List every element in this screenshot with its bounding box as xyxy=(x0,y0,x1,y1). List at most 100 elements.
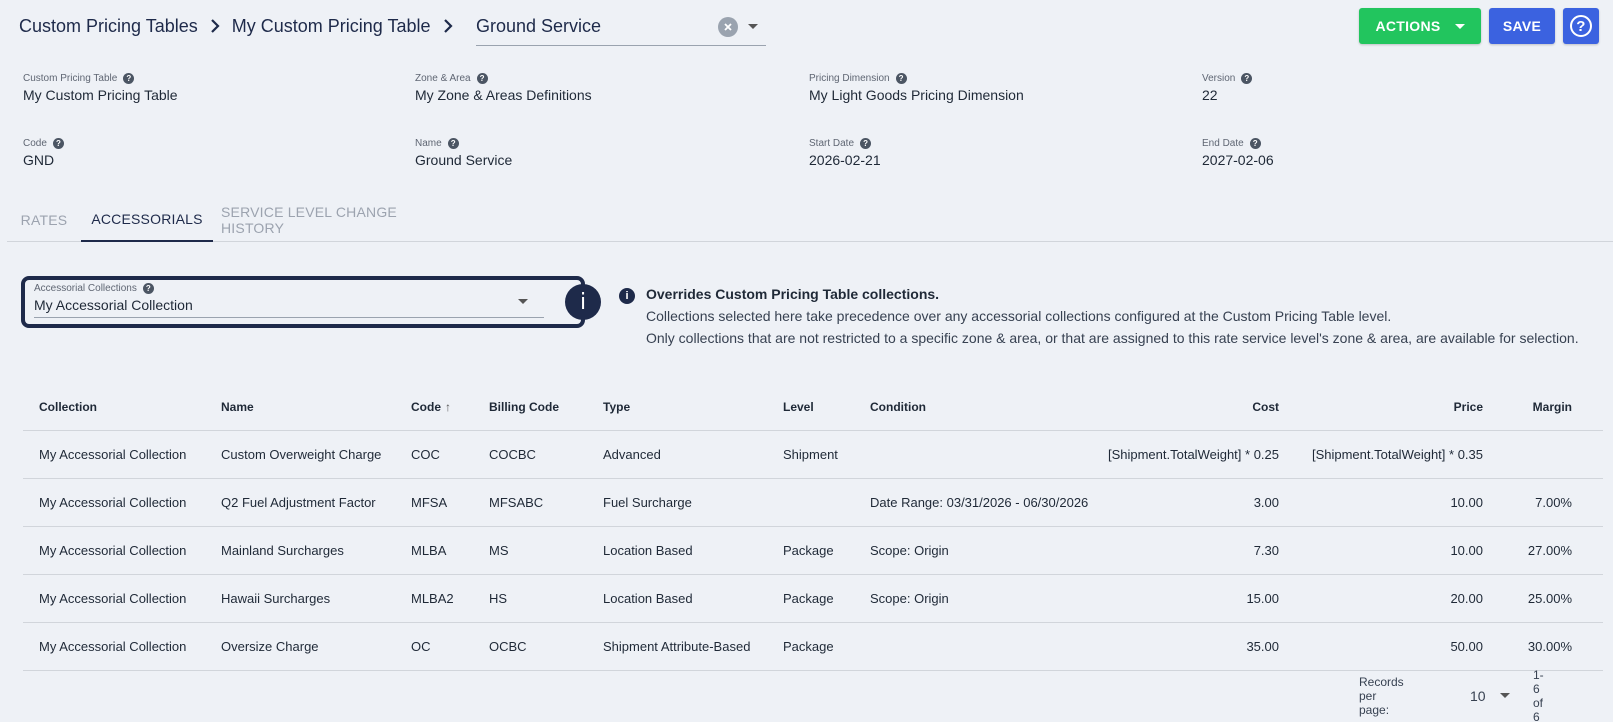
column-header-code-label: Code xyxy=(411,399,441,414)
cell-price: [Shipment.TotalWeight] * 0.35 xyxy=(1311,447,1483,462)
field-value: My Light Goods Pricing Dimension xyxy=(809,87,1024,103)
info-icon[interactable]: i xyxy=(565,284,601,320)
cell-level: Package xyxy=(783,639,834,654)
note-title: Overrides Custom Pricing Table collectio… xyxy=(646,286,940,302)
breadcrumb-custom-pricing-tables[interactable]: Custom Pricing Tables xyxy=(19,16,198,37)
cell-margin: 7.00% xyxy=(1535,495,1572,510)
cell-code: OC xyxy=(411,639,431,654)
cell-level: Package xyxy=(783,543,834,558)
accessorial-collections-label: Accessorial Collections xyxy=(34,283,137,294)
cell-level: Shipment xyxy=(783,447,838,462)
service-level-value: Ground Service xyxy=(476,16,602,36)
cell-price: 20.00 xyxy=(1450,591,1483,606)
cell-billing-code: MS xyxy=(489,543,509,558)
pagination-range: 1-6 of 6 xyxy=(1533,668,1544,722)
column-header-name[interactable]: Name xyxy=(221,383,254,430)
column-header-level[interactable]: Level xyxy=(783,383,814,430)
help-icon: ? xyxy=(1570,15,1592,37)
cell-cost: 35.00 xyxy=(1246,639,1279,654)
cell-code: MLBA2 xyxy=(411,591,454,606)
cell-type: Location Based xyxy=(603,591,693,606)
cell-margin: 27.00% xyxy=(1527,543,1572,558)
question-icon[interactable]: ? xyxy=(142,283,154,294)
column-header-billing-code[interactable]: Billing Code xyxy=(489,383,559,430)
records-per-page-select[interactable]: 10 xyxy=(1470,688,1486,704)
cell-cost: 3.00 xyxy=(1253,495,1279,510)
field-label: End Date xyxy=(1202,137,1244,149)
column-header-type[interactable]: Type xyxy=(603,383,630,430)
column-header-collection[interactable]: Collection xyxy=(39,383,97,430)
table-row[interactable]: My Accessorial Collection Custom Overweig… xyxy=(23,431,1603,479)
question-icon[interactable]: ? xyxy=(860,137,872,149)
field-value: 22 xyxy=(1202,87,1218,103)
cell-billing-code: HS xyxy=(489,591,508,606)
question-icon[interactable]: ? xyxy=(1241,72,1253,84)
field-value: My Custom Pricing Table xyxy=(23,87,178,103)
column-header-condition[interactable]: Condition xyxy=(870,383,926,430)
breadcrumb: Custom Pricing Tables My Custom Pricing … xyxy=(19,14,465,38)
table-row[interactable]: My Accessorial Collection Q2 Fuel Adjustm… xyxy=(23,479,1603,527)
cell-cost: [Shipment.TotalWeight] * 0.25 xyxy=(1107,447,1279,462)
cell-name: Custom Overweight Charge xyxy=(221,447,382,462)
info-icon: i xyxy=(619,288,635,304)
field-label: Name xyxy=(415,137,442,149)
column-header-cost[interactable]: Cost xyxy=(1252,383,1279,430)
save-button[interactable]: SAVE xyxy=(1489,8,1555,44)
chevron-down-icon[interactable] xyxy=(1500,693,1510,698)
chevron-down-icon[interactable] xyxy=(748,24,758,29)
field-label: Code xyxy=(23,137,47,149)
field-label: Start Date xyxy=(809,137,855,149)
column-header-price[interactable]: Price xyxy=(1454,383,1483,430)
table-row[interactable]: My Accessorial Collection Oversize Charge… xyxy=(23,623,1603,671)
cell-billing-code: MFSABC xyxy=(489,495,544,510)
actions-button-label: ACTIONS xyxy=(1375,18,1441,34)
table-row[interactable]: My Accessorial Collection Hawaii Surcharg… xyxy=(23,575,1603,623)
field-pricing-dimension: Pricing Dimension? My Light Goods Pricin… xyxy=(809,72,1024,103)
field-end-date: End Date? 2027-02-06 xyxy=(1202,137,1274,168)
field-value: Ground Service xyxy=(415,152,513,168)
chevron-right-icon xyxy=(431,19,465,33)
column-header-margin[interactable]: Margin xyxy=(1533,383,1572,430)
tab-rates[interactable]: RATES xyxy=(7,198,81,242)
cell-type: Location Based xyxy=(603,543,693,558)
actions-button[interactable]: ACTIONS xyxy=(1359,8,1481,44)
field-value: My Zone & Areas Definitions xyxy=(415,87,592,103)
field-custom-pricing-table: Custom Pricing Table? My Custom Pricing … xyxy=(23,72,178,103)
tab-accessorials[interactable]: ACCESSORIALS xyxy=(81,198,213,242)
column-header-code[interactable]: Code ↑ xyxy=(411,383,451,430)
cell-type: Fuel Surcharge xyxy=(603,495,692,510)
question-icon[interactable]: ? xyxy=(895,72,907,84)
tab-service-level-change-history[interactable]: SERVICE LEVEL CHANGE HISTORY xyxy=(221,198,457,242)
accessorial-collections-value: My Accessorial Collection xyxy=(34,297,193,313)
tab-bar: RATES ACCESSORIALS SERVICE LEVEL CHANGE … xyxy=(7,198,1613,242)
question-icon[interactable]: ? xyxy=(123,72,135,84)
accessorial-collections-field[interactable]: Accessorial Collections? My Accessorial … xyxy=(34,282,544,318)
note-line: Only collections that are not restricted… xyxy=(646,330,1579,346)
field-value: 2027-02-06 xyxy=(1202,152,1274,168)
field-start-date: Start Date? 2026-02-21 xyxy=(809,137,881,168)
chevron-down-icon[interactable] xyxy=(518,299,528,304)
table-header-row: Collection Name Code ↑ Billing Code Type … xyxy=(23,383,1603,431)
question-icon[interactable]: ? xyxy=(1249,137,1261,149)
question-icon[interactable]: ? xyxy=(476,72,488,84)
question-icon[interactable]: ? xyxy=(52,137,64,149)
breadcrumb-my-custom-pricing-table[interactable]: My Custom Pricing Table xyxy=(232,16,431,37)
clear-icon[interactable] xyxy=(718,16,738,37)
cell-name: Q2 Fuel Adjustment Factor xyxy=(221,495,376,510)
cell-name: Mainland Surcharges xyxy=(221,543,344,558)
service-level-select[interactable]: Ground Service xyxy=(476,8,766,46)
cell-type: Advanced xyxy=(603,447,661,462)
field-code: Code? GND xyxy=(23,137,64,168)
accessorial-collections-select[interactable]: Accessorial Collections? My Accessorial … xyxy=(21,276,585,328)
question-icon[interactable]: ? xyxy=(447,137,459,149)
cell-code: COC xyxy=(411,447,440,462)
cell-name: Oversize Charge xyxy=(221,639,319,654)
help-button[interactable]: ? xyxy=(1563,8,1599,44)
table-row[interactable]: My Accessorial Collection Mainland Surcha… xyxy=(23,527,1603,575)
sort-ascending-icon[interactable]: ↑ xyxy=(445,400,451,414)
chevron-down-icon xyxy=(1454,23,1465,29)
cell-level: Package xyxy=(783,591,834,606)
cell-price: 10.00 xyxy=(1450,495,1483,510)
cell-name: Hawaii Surcharges xyxy=(221,591,331,606)
field-label: Version xyxy=(1202,72,1236,84)
